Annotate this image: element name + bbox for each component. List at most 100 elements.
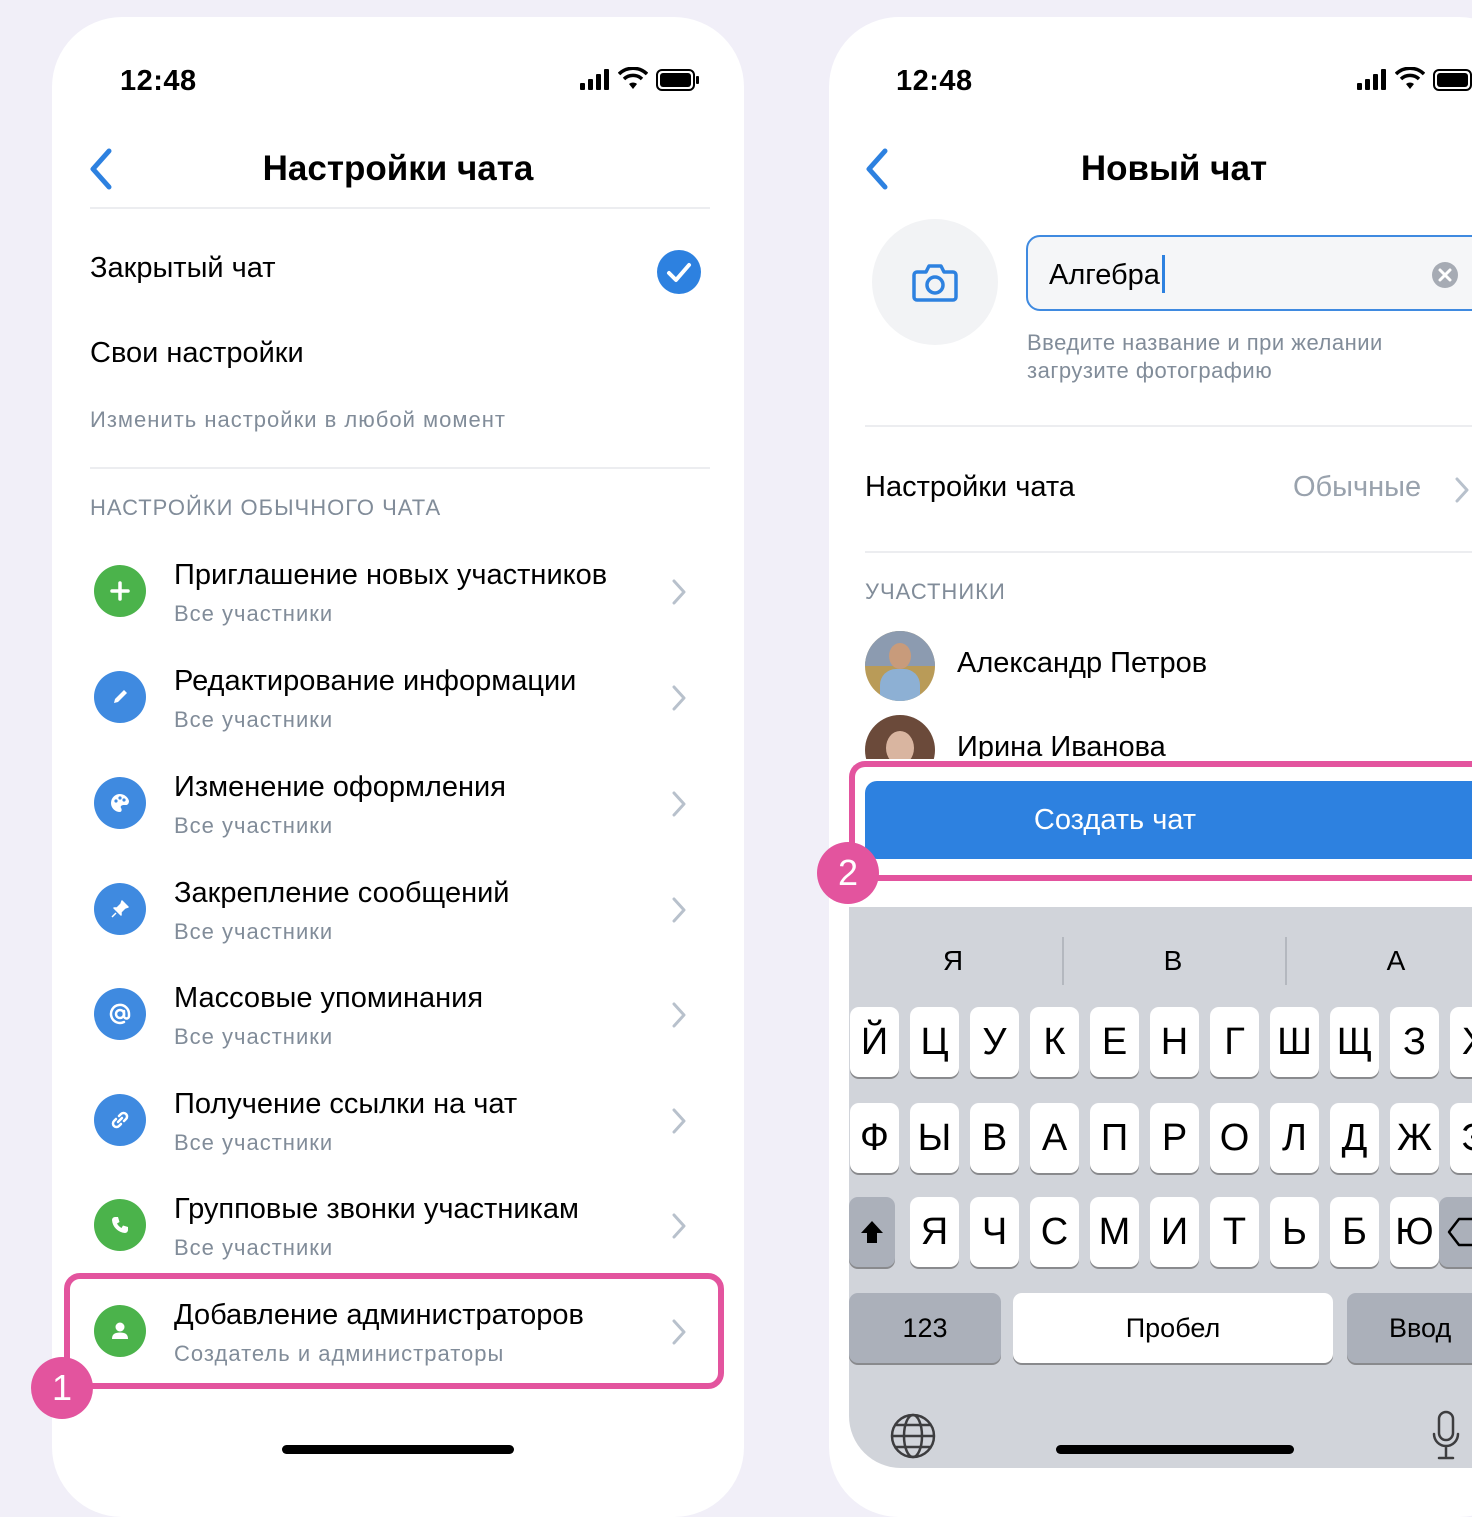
pencil-icon xyxy=(114,690,127,703)
key[interactable]: Ш xyxy=(1270,1007,1319,1077)
phone-badge xyxy=(94,1199,146,1251)
step-badge-1: 1 xyxy=(31,1357,93,1419)
battery-icon xyxy=(656,69,699,91)
key[interactable]: Х xyxy=(1450,1007,1472,1077)
keyboard: Я В А ЙЦУКЕНГШЩЗХФЫВАПРОЛДЖЭЯЧСМИТЬБЮ 12… xyxy=(849,907,1472,1468)
row-subtitle: Все участники xyxy=(174,919,334,944)
key[interactable]: К xyxy=(1030,1007,1079,1077)
settings-row[interactable]: Массовые упоминания Все участники xyxy=(72,982,712,1082)
section-header: НАСТРОЙКИ ОБЫЧНОГО ЧАТА xyxy=(90,495,442,520)
left-phone-screen: 12:48 Настройки чата Закрытый чат Свои н… xyxy=(72,37,724,1468)
key[interactable]: М xyxy=(1090,1197,1139,1267)
key[interactable]: Ч xyxy=(970,1197,1019,1267)
plus-badge xyxy=(94,565,146,617)
key[interactable]: Й xyxy=(850,1007,899,1077)
key[interactable]: Щ xyxy=(1330,1007,1379,1077)
row-subtitle: Все участники xyxy=(174,1024,334,1049)
chevron-right-icon xyxy=(672,1108,686,1134)
settings-row[interactable]: Редактирование информации Все участники xyxy=(72,665,712,765)
highlight-create-chat xyxy=(849,761,1472,881)
key[interactable]: Л xyxy=(1270,1103,1319,1173)
row-subtitle: Все участники xyxy=(174,813,334,838)
key[interactable]: Г xyxy=(1210,1007,1259,1077)
highlight-add-admins xyxy=(64,1273,724,1389)
settings-divider xyxy=(90,467,710,469)
phone-icon xyxy=(112,1217,128,1233)
member-avatar xyxy=(865,631,935,701)
backspace-key[interactable] xyxy=(1439,1197,1472,1267)
suggestion[interactable]: А xyxy=(1296,945,1472,977)
key[interactable]: Ц xyxy=(910,1007,959,1077)
settings-row[interactable]: Изменение оформления Все участники xyxy=(72,771,712,871)
pin-badge xyxy=(94,883,146,935)
key[interactable]: Ь xyxy=(1270,1197,1319,1267)
key[interactable]: П xyxy=(1090,1103,1139,1173)
key[interactable]: Ы xyxy=(910,1103,959,1173)
key[interactable]: З xyxy=(1390,1007,1439,1077)
suggestion[interactable]: В xyxy=(1073,945,1273,977)
suggestion[interactable]: Я xyxy=(853,945,1053,977)
clear-input-icon[interactable] xyxy=(1431,261,1459,289)
settings-row[interactable]: Приглашение новых участников Все участник… xyxy=(72,559,712,659)
chevron-right-icon xyxy=(672,685,686,711)
settings-divider xyxy=(865,551,1472,553)
chat-name-field[interactable]: Алгебра xyxy=(1026,235,1472,311)
key[interactable]: У xyxy=(970,1007,1019,1077)
key[interactable]: Э xyxy=(1450,1103,1472,1173)
row-subtitle: Все участники xyxy=(174,1235,334,1260)
key[interactable]: Ж xyxy=(1390,1103,1439,1173)
palette-icon xyxy=(111,794,129,812)
row-title: Приглашение новых участников xyxy=(174,559,608,591)
page-title: Настройки чата xyxy=(262,149,534,188)
photo-upload-button[interactable] xyxy=(872,219,998,345)
member-name: Александр Петров xyxy=(957,647,1208,679)
shift-key[interactable] xyxy=(849,1197,895,1267)
key[interactable]: А xyxy=(1030,1103,1079,1173)
plus-icon xyxy=(110,581,130,601)
settings-row[interactable]: Получение ссылки на чат Все участники xyxy=(72,1088,712,1188)
custom-settings-label[interactable]: Свои настройки xyxy=(90,337,304,370)
chevron-right-icon xyxy=(672,579,686,605)
key[interactable]: Д xyxy=(1330,1103,1379,1173)
status-time: 12:48 xyxy=(120,65,197,97)
pencil-badge xyxy=(94,671,146,723)
chevron-right-icon xyxy=(672,1002,686,1028)
globe-icon[interactable] xyxy=(889,1412,937,1460)
key[interactable]: Р xyxy=(1150,1103,1199,1173)
wifi-icon xyxy=(1395,67,1425,89)
chevron-right-icon xyxy=(672,1213,686,1239)
chevron-right-icon[interactable] xyxy=(1455,477,1469,503)
key[interactable]: О xyxy=(1210,1103,1259,1173)
right-phone-screen: 12:48 Новый чат Алгебра Введите название… xyxy=(849,37,1472,1468)
checkmark-icon[interactable] xyxy=(656,249,702,295)
chat-name-hint: Введите название и при желании загрузите… xyxy=(1027,330,1383,383)
key[interactable]: Ф xyxy=(850,1103,899,1173)
key[interactable]: Е xyxy=(1090,1007,1139,1077)
signal-icon xyxy=(1357,69,1386,90)
row-title: Закрепление сообщений xyxy=(174,877,510,909)
enter-key[interactable]: Ввод xyxy=(1347,1293,1472,1363)
key[interactable]: Б xyxy=(1330,1197,1379,1267)
header-divider xyxy=(90,207,710,209)
wifi-icon xyxy=(618,67,648,89)
custom-settings-hint: Изменить настройки в любой момент xyxy=(90,407,506,432)
numbers-key[interactable]: 123 xyxy=(849,1293,1001,1363)
microphone-icon[interactable] xyxy=(1431,1410,1461,1462)
key[interactable]: Я xyxy=(910,1197,959,1267)
key[interactable]: Н xyxy=(1150,1007,1199,1077)
space-key[interactable]: Пробел xyxy=(1013,1293,1333,1363)
key[interactable]: В xyxy=(970,1103,1019,1173)
home-indicator xyxy=(282,1445,514,1454)
chevron-right-icon xyxy=(672,897,686,923)
settings-row[interactable]: Закрепление сообщений Все участники xyxy=(72,877,712,977)
status-time: 12:48 xyxy=(896,65,973,97)
row-title: Изменение оформления xyxy=(174,771,506,803)
key[interactable]: Т xyxy=(1210,1197,1259,1267)
key[interactable]: С xyxy=(1030,1197,1079,1267)
key[interactable]: Ю xyxy=(1390,1197,1439,1267)
chat-name-value: Алгебра xyxy=(1049,259,1160,291)
suggestion-divider xyxy=(1285,937,1287,985)
chat-settings-value[interactable]: Обычные xyxy=(1293,471,1421,504)
key[interactable]: И xyxy=(1150,1197,1199,1267)
chat-settings-label[interactable]: Настройки чата xyxy=(865,471,1075,504)
